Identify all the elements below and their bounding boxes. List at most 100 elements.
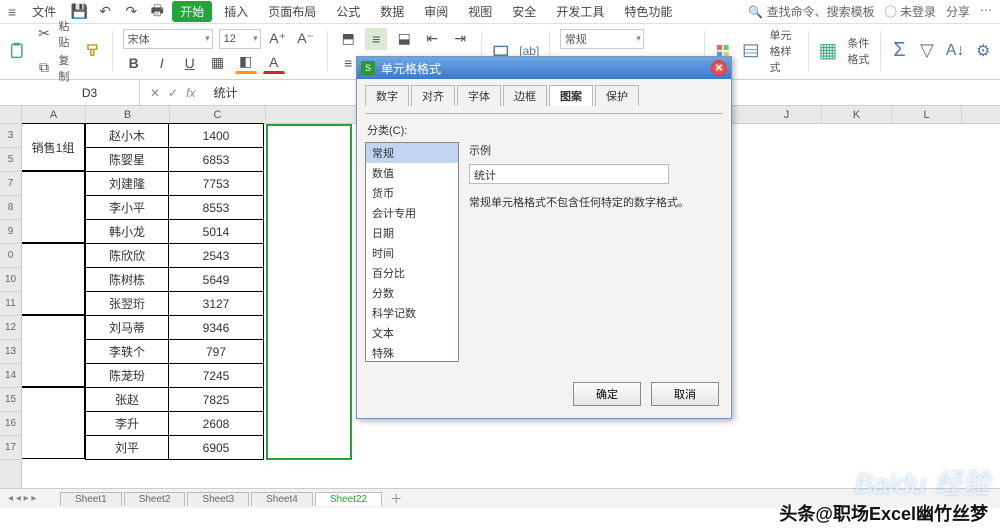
tab-data[interactable]: 数据 (372, 1, 412, 22)
category-item[interactable]: 常规 (366, 143, 458, 163)
dialog-tab[interactable]: 数字 (365, 85, 409, 106)
cell-name[interactable]: 李小平 (85, 195, 169, 220)
grow-font-icon[interactable]: A⁺ (267, 28, 289, 50)
col-M[interactable]: M (962, 106, 1000, 124)
cell-value[interactable]: 7753 (168, 171, 264, 196)
cell-name[interactable]: 赵小木 (85, 123, 169, 148)
font-color-icon[interactable]: A (263, 52, 285, 74)
cell-value[interactable]: 6905 (168, 435, 264, 460)
tab-review[interactable]: 审阅 (416, 1, 456, 22)
cell-value[interactable]: 8553 (168, 195, 264, 220)
cell-value[interactable]: 1400 (168, 123, 264, 148)
cell-value[interactable]: 6853 (168, 147, 264, 172)
close-icon[interactable]: ✕ (711, 60, 727, 76)
underline-icon[interactable]: U (179, 52, 201, 74)
dialog-tab[interactable]: 图案 (549, 85, 593, 106)
dialog-tab[interactable]: 字体 (457, 85, 501, 106)
cell-name[interactable]: 陈欣欣 (85, 243, 169, 268)
cell-value[interactable]: 2608 (168, 411, 264, 436)
dialog-tab[interactable]: 对齐 (411, 85, 455, 106)
add-sheet-icon[interactable]: ＋ (390, 490, 402, 507)
sheet-nav[interactable]: ◂ ◂ ▸ ▸ (8, 493, 36, 504)
share-button[interactable]: 分享 (946, 3, 970, 20)
align-bot-icon[interactable]: ⬓ (393, 28, 415, 50)
tab-devtools[interactable]: 开发工具 (548, 1, 612, 22)
bold-icon[interactable]: B (123, 52, 145, 74)
row-header[interactable]: 3 (0, 124, 21, 148)
category-item[interactable]: 数值 (366, 163, 458, 183)
undo-icon[interactable]: ↶ (94, 1, 116, 23)
number-format-select[interactable]: 常规 (560, 29, 644, 49)
sheet-tab[interactable]: Sheet4 (251, 492, 313, 506)
search-commands[interactable]: 🔍 查找命令、搜索模板 (748, 3, 874, 20)
cancel-formula-icon[interactable]: ✕ (150, 86, 160, 100)
row-header[interactable]: 11 (0, 292, 21, 316)
row-header[interactable]: 5 (0, 148, 21, 172)
sheet-tab[interactable]: Sheet2 (124, 492, 186, 506)
cell-group[interactable] (22, 315, 85, 387)
copy-label[interactable]: 粘贴 (58, 18, 74, 50)
cell-name[interactable]: 陈树栋 (85, 267, 169, 292)
cell-value[interactable]: 9346 (168, 315, 264, 340)
sheet-tab[interactable]: Sheet1 (60, 492, 122, 506)
dialog-titlebar[interactable]: S 单元格格式 ✕ (357, 57, 731, 79)
row-header[interactable]: 16 (0, 412, 21, 436)
category-item[interactable]: 百分比 (366, 263, 458, 283)
insert-button[interactable]: ▦ (818, 31, 837, 71)
tab-view[interactable]: 视图 (460, 1, 500, 22)
col-A[interactable]: A (22, 106, 86, 123)
category-item[interactable]: 货币 (366, 183, 458, 203)
tab-security[interactable]: 安全 (504, 1, 544, 22)
tab-formula[interactable]: 公式 (328, 1, 368, 22)
category-item[interactable]: 时间 (366, 243, 458, 263)
cell-value[interactable]: 7245 (168, 363, 264, 388)
find-button[interactable]: ⚙ (974, 31, 992, 71)
row-header[interactable]: 0 (0, 244, 21, 268)
copy-icon[interactable]: ⧉ (36, 57, 53, 79)
row-header[interactable]: 13 (0, 340, 21, 364)
tab-features[interactable]: 特色功能 (616, 1, 680, 22)
sheet-tab[interactable]: Sheet3 (187, 492, 249, 506)
sort-button[interactable]: A↓ (946, 31, 965, 71)
ok-button[interactable]: 确定 (573, 382, 641, 406)
row-header[interactable]: 12 (0, 316, 21, 340)
print-icon[interactable]: 🖶 (146, 1, 168, 23)
cell-name[interactable]: 李轶个 (85, 339, 169, 364)
row-header[interactable]: 14 (0, 364, 21, 388)
category-item[interactable]: 会计专用 (366, 203, 458, 223)
sheet-tab[interactable]: Sheet22 (315, 492, 382, 506)
cell-name[interactable]: 刘平 (85, 435, 169, 460)
app-menu-icon[interactable]: ≡ (8, 4, 16, 20)
row-header[interactable]: 15 (0, 388, 21, 412)
category-item[interactable]: 科学记数 (366, 303, 458, 323)
row-header[interactable]: 9 (0, 220, 21, 244)
tab-insert[interactable]: 插入 (216, 1, 256, 22)
dialog-tab[interactable]: 保护 (595, 85, 639, 106)
italic-icon[interactable]: I (151, 52, 173, 74)
sum-button[interactable]: Σ (891, 31, 909, 71)
cell-name[interactable]: 韩小龙 (85, 219, 169, 244)
formatp-label[interactable]: 复制 (58, 52, 74, 84)
col-J[interactable]: J (752, 106, 822, 124)
font-size-select[interactable]: 12 (219, 29, 261, 49)
font-name-select[interactable]: 宋体 (123, 29, 213, 49)
fill-color-icon[interactable]: ◧ (235, 52, 257, 74)
row-header[interactable]: 10 (0, 268, 21, 292)
name-box[interactable]: D3 (40, 80, 140, 105)
cut-icon[interactable]: ✂ (36, 23, 53, 45)
cell-value[interactable]: 5649 (168, 267, 264, 292)
cell-value[interactable]: 7825 (168, 387, 264, 412)
category-item[interactable]: 分数 (366, 283, 458, 303)
paste-button[interactable] (8, 31, 26, 71)
col-C[interactable]: C (170, 106, 266, 123)
align-mid-icon[interactable]: ≡ (365, 28, 387, 50)
cell-group[interactable] (22, 243, 85, 315)
accept-formula-icon[interactable]: ✓ (168, 86, 178, 100)
col-L[interactable]: L (892, 106, 962, 124)
tab-pagelayout[interactable]: 页面布局 (260, 1, 324, 22)
cell-name[interactable]: 刘马蒂 (85, 315, 169, 340)
login-state[interactable]: ◯ 未登录 (885, 3, 936, 20)
col-B[interactable]: B (86, 106, 170, 123)
cell-group[interactable] (22, 171, 85, 243)
cell-name[interactable]: 张翌珩 (85, 291, 169, 316)
